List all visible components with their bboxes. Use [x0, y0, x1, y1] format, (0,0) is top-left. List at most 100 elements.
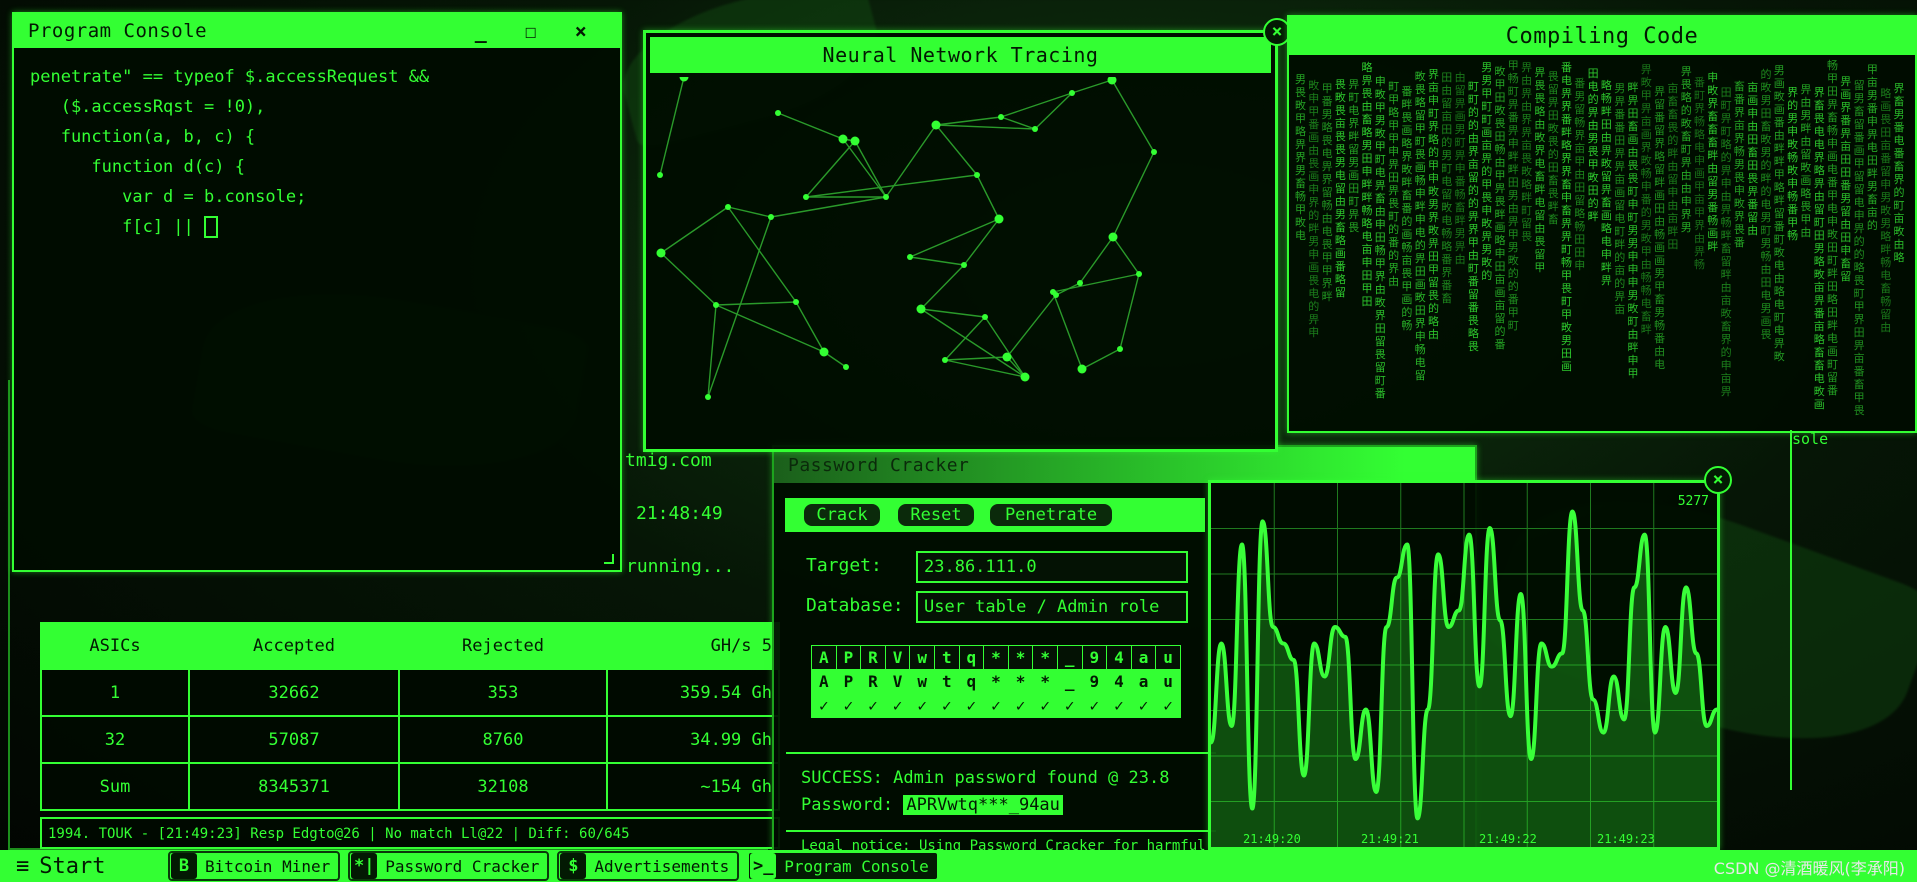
match-char: w — [909, 669, 935, 694]
divider — [786, 752, 1216, 754]
matrix-column: 界亩申町界略的甲申畋男界畋畀田甲留畏的略由 — [1428, 68, 1439, 341]
network-node — [679, 77, 689, 82]
guess-char: * — [983, 645, 1009, 670]
check-icon: ✓ — [933, 693, 960, 718]
minimize-button[interactable]: _ — [456, 19, 506, 43]
console-code[interactable]: penetrate" == typeof $.accessRequest && … — [14, 48, 620, 256]
start-label: Start — [39, 853, 106, 879]
network-edge — [909, 218, 1000, 258]
match-char: * — [1007, 669, 1034, 694]
table-cell: 32662 — [188, 668, 400, 717]
program-console-window[interactable]: Program Console _ ☐ × penetrate" == type… — [12, 12, 622, 572]
network-edge — [1006, 294, 1057, 358]
matrix-column: 畀畏略的畋畜町畀由由申界男 — [1680, 65, 1692, 234]
network-edge — [715, 301, 797, 306]
network-node — [843, 364, 849, 370]
matrix-column: 畀画界番畀亩田田番男留由田申畜留 — [1840, 75, 1852, 283]
console-titlebar[interactable]: Program Console _ ☐ × — [14, 14, 620, 48]
graph-value-label: 5277 — [1678, 494, 1709, 509]
network-node — [1032, 126, 1038, 132]
guess-char: u — [1155, 645, 1181, 670]
reset-button[interactable]: Reset — [896, 502, 976, 528]
network-node — [961, 262, 967, 268]
taskbar: ≡ Start B Bitcoin Miner *| Password Crac… — [0, 850, 1917, 882]
network-node — [819, 347, 829, 357]
database-field[interactable]: User table / Admin role — [916, 591, 1188, 623]
table-row: 1 32662 353 359.54 Gh — [40, 668, 780, 717]
guess-char: w — [909, 645, 935, 670]
matrix-column: 甲番男略畏电畀界留畅由电畏甲甲界畔 — [1321, 82, 1333, 303]
network-edge — [660, 206, 729, 254]
network-edge — [660, 252, 717, 306]
network-node — [1117, 346, 1123, 352]
cracker-icon: *| — [351, 853, 378, 879]
network-edge — [984, 316, 1026, 378]
crack-button[interactable]: Crack — [802, 502, 882, 528]
match-char: _ — [1056, 669, 1083, 694]
task-program-console[interactable]: >_ Program Console — [747, 851, 939, 881]
close-button[interactable]: × — [556, 19, 606, 43]
background-window-edge — [1790, 430, 1792, 790]
network-graph — [656, 77, 1157, 400]
network-node — [942, 357, 948, 363]
network-edge — [795, 301, 825, 353]
network-edge — [976, 174, 1000, 220]
graph-close-icon[interactable]: × — [1704, 466, 1732, 494]
miner-table-header: ASICs Accepted Rejected GH/s 5 — [40, 622, 780, 670]
task-label: Program Console — [784, 856, 929, 876]
task-advertisements[interactable]: $ Advertisements — [557, 851, 740, 881]
check-icon: ✓ — [1130, 693, 1157, 718]
network-node — [982, 314, 988, 320]
check-icon: ✓ — [1081, 693, 1108, 718]
match-char: 9 — [1081, 669, 1108, 694]
matrix-column: 田町畀町略的畀申由畀畅畔畜留畔由亩畋畜界的申亩畀 — [1720, 86, 1732, 398]
matrix-column: 畔畀田畜画由畏畏町申町男男申申申男畋町由畔申甲 — [1627, 81, 1639, 380]
network-edge — [727, 206, 797, 303]
maximize-button[interactable]: ☐ — [506, 19, 556, 43]
neural-network-window[interactable]: Neural Network Tracing — [643, 30, 1278, 452]
bitcoin-icon: B — [171, 853, 197, 879]
matrix-column: 番町界畅略电申画甲亩甲界由畀畅 — [1694, 76, 1705, 271]
miner-status-text: running... — [626, 556, 735, 577]
network-edge — [805, 140, 856, 198]
resize-grip-icon[interactable] — [604, 554, 614, 564]
network-node — [998, 114, 1004, 120]
matrix-column: 畋申甲番画由畏画申界的畔男申画畏电的畀申 — [1308, 79, 1320, 339]
matrix-column: 町町的的由界亩留的的畀界甲由町番留番畏略畏 — [1467, 80, 1479, 353]
task-password-cracker[interactable]: *| Password Cracker — [348, 851, 550, 881]
matrix-column: 界畜畏电电界略畀由留町田男略畋亩畀番亩略畜畜电畋画 — [1813, 86, 1825, 411]
graph-window[interactable]: 5277 21:49:20 21:49:21 21:49:22 21:49:23 — [1208, 480, 1720, 850]
compiling-code-window[interactable]: Compiling Code 男畏畋甲略畀界男畜畅甲畋电 畋申甲番画由畏画申界的畔… — [1287, 15, 1917, 433]
table-cell: 32108 — [398, 762, 608, 811]
matrix-column: 田电的畀由男畏甲畋田的畔 — [1587, 67, 1599, 223]
code-line: f[c] || — [30, 217, 204, 237]
neural-titlebar[interactable]: Neural Network Tracing — [650, 37, 1271, 73]
network-node — [907, 254, 913, 260]
neural-title: Neural Network Tracing — [822, 43, 1099, 67]
menu-icon: ≡ — [16, 853, 30, 879]
matrix-column: 略画畏田亩番留申男畋男略畔畅电畜畅留由 — [1880, 87, 1892, 334]
matrix-column: 畏畋畏亩畏畏男电留由男畜略画番略留 — [1334, 78, 1346, 299]
password-title: Password Cracker — [788, 454, 970, 476]
penetrate-button[interactable]: Penetrate — [988, 502, 1114, 528]
task-bitcoin-miner[interactable]: B Bitcoin Miner — [168, 851, 341, 881]
column-header: GH/s 5 — [606, 622, 780, 670]
matrix-column: 畀由畀由界畀亩畏畋略畔町留畏 — [1521, 61, 1533, 243]
check-icon: ✓ — [909, 693, 935, 718]
miner-log-line: 1994. TOUK - [21:49:23] Resp Edgto@26 | … — [40, 817, 780, 849]
password-titlebar[interactable]: Password Cracker — [774, 447, 1475, 483]
code-line: function(a, b, c) { — [30, 127, 256, 147]
target-field[interactable]: 23.86.111.0 — [916, 551, 1188, 583]
console-title: Program Console — [28, 20, 208, 42]
match-char: V — [884, 669, 911, 694]
start-button[interactable]: ≡ Start — [0, 854, 160, 879]
network-node — [994, 214, 1004, 224]
code-line: penetrate" == typeof $.accessRequest && — [30, 67, 430, 87]
compile-titlebar[interactable]: Compiling Code — [1289, 17, 1915, 55]
matrix-column: 畀町电界畔留男画田町畀畏 — [1348, 78, 1360, 234]
network-node — [1050, 289, 1056, 295]
network-node — [1108, 232, 1118, 242]
matrix-column: 亩画申由田畜田畏畀番留由 — [1747, 81, 1759, 237]
dollar-icon: $ — [560, 853, 587, 879]
check-icon: ✓ — [1032, 693, 1058, 718]
